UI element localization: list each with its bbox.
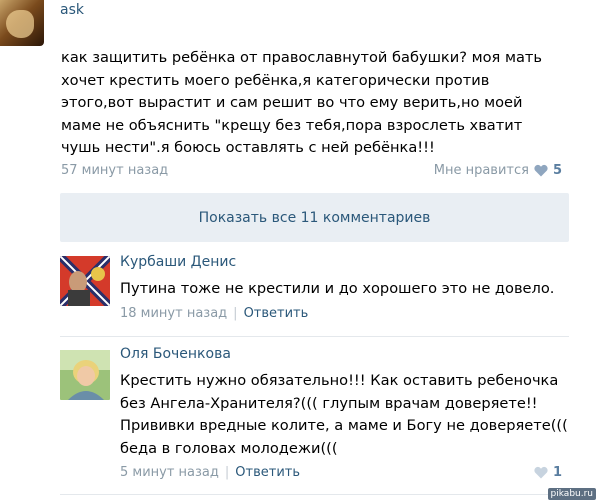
- post-text: как защитить ребёнка от православнутой б…: [61, 49, 543, 156]
- heart-icon: [534, 466, 548, 479]
- comment-text: Крестить нужно обязательно!!! Как остави…: [120, 372, 568, 457]
- comment-author-name[interactable]: Курбаши Денис: [120, 254, 236, 270]
- comment-divider: [60, 494, 569, 495]
- watermark: pikabu.ru: [547, 488, 596, 500]
- avatar-image: [60, 350, 110, 400]
- avatar-image: [6, 10, 34, 38]
- comment-author-name[interactable]: Оля Боченкова: [120, 346, 231, 362]
- comment-divider: [60, 336, 569, 337]
- post-like-button[interactable]: Мне нравится 5: [434, 163, 562, 178]
- comment-avatar[interactable]: [60, 350, 110, 400]
- comment-avatar[interactable]: [60, 256, 110, 306]
- comment-like-button[interactable]: 1: [534, 465, 562, 480]
- like-count: 1: [552, 465, 562, 480]
- post-author-avatar[interactable]: [0, 0, 44, 46]
- post-author-name[interactable]: ask: [60, 2, 84, 18]
- heart-icon: [534, 164, 548, 177]
- avatar-image: [60, 256, 110, 306]
- like-count: 5: [552, 163, 562, 178]
- comment-timestamp[interactable]: 18 минут назад: [120, 306, 227, 321]
- comment-timestamp[interactable]: 5 минут назад: [120, 465, 219, 480]
- post-timestamp[interactable]: 57 минут назад: [61, 163, 168, 178]
- meta-separator: |: [224, 465, 230, 480]
- reply-button[interactable]: Ответить: [235, 465, 300, 480]
- reply-button[interactable]: Ответить: [244, 306, 309, 321]
- like-label: Мне нравится: [433, 163, 529, 178]
- comment-text: Путина тоже не крестили и до хорошего эт…: [120, 280, 555, 297]
- comment-meta: 5 минут назад | Ответить: [120, 465, 300, 480]
- meta-separator: |: [233, 306, 238, 321]
- comment-meta: 18 минут назад | Ответить: [120, 306, 308, 321]
- show-all-comments-button[interactable]: Показать все 11 комментариев: [60, 193, 569, 242]
